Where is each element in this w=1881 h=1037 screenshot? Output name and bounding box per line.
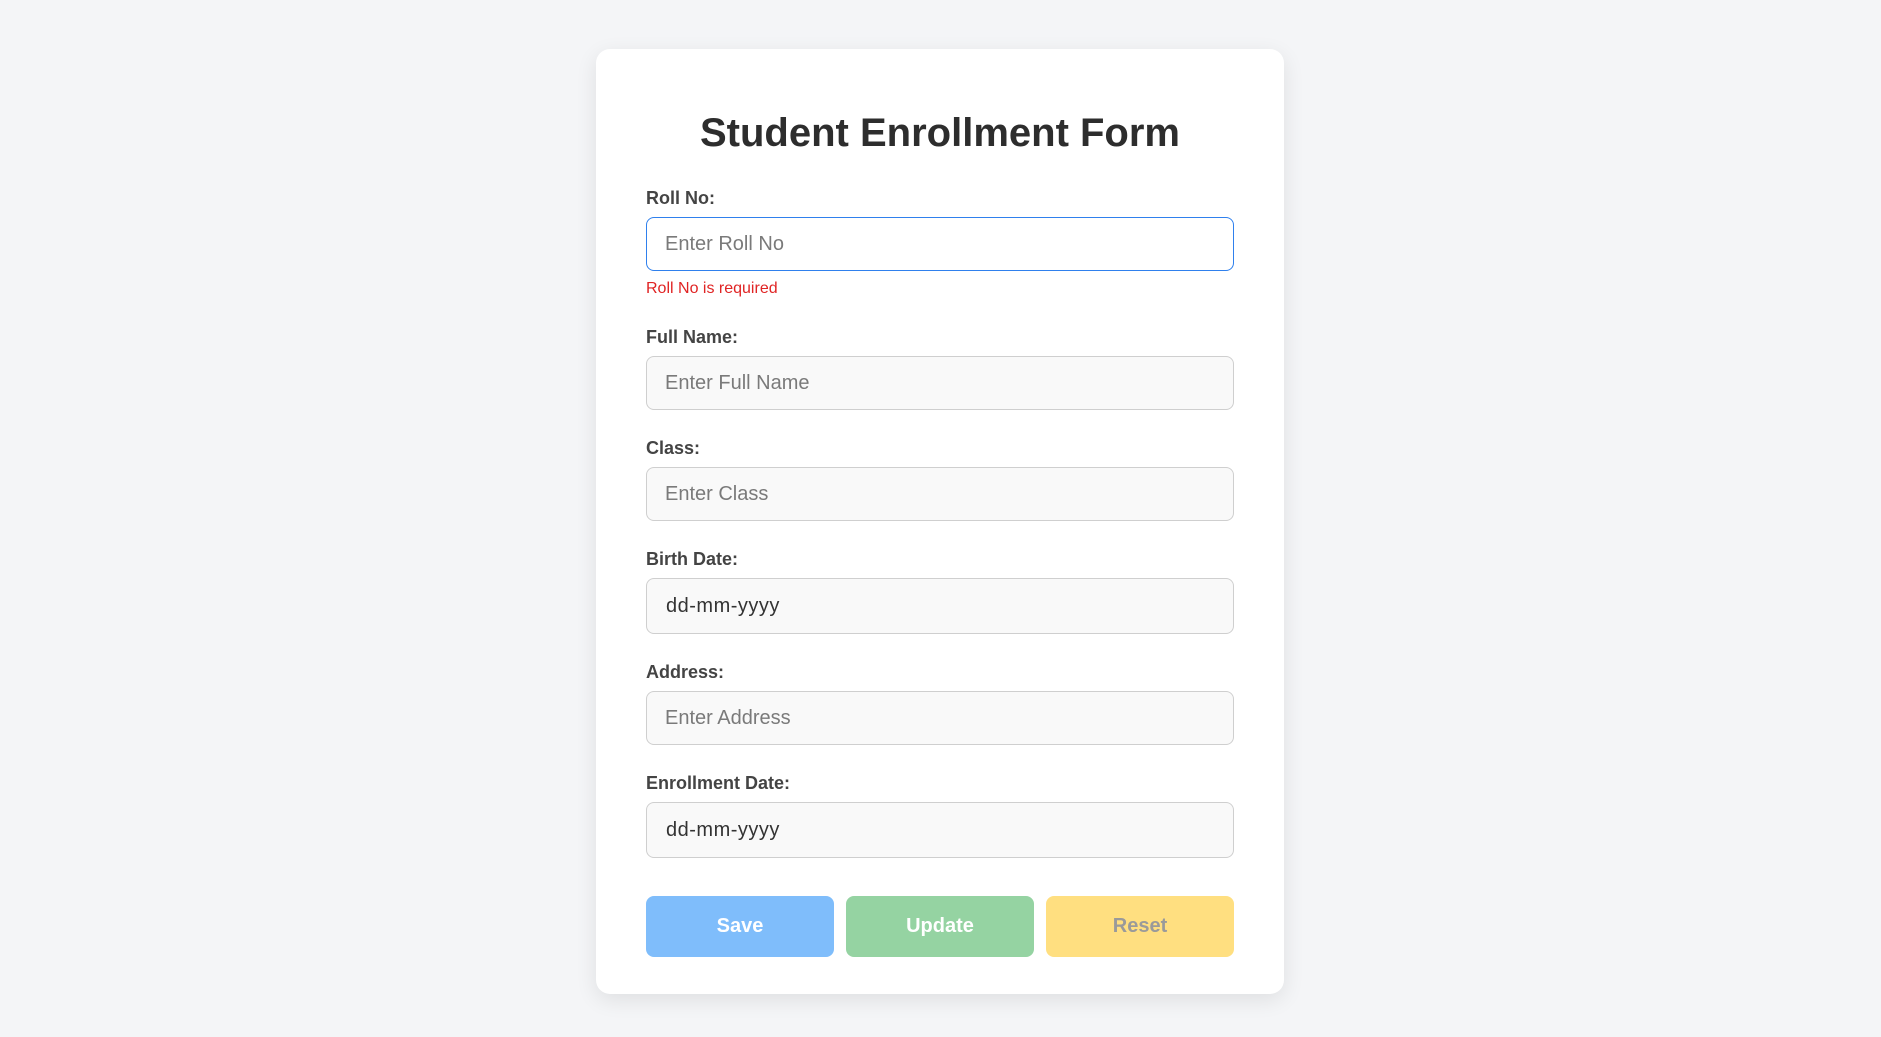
full-name-label: Full Name: [646, 327, 739, 347]
form-title: Student Enrollment Form [700, 111, 1180, 155]
form-actions: Save Update Reset [646, 896, 1234, 957]
roll-no-field: Roll No: Roll No is required [646, 187, 1234, 298]
save-button[interactable]: Save [646, 896, 834, 957]
reset-button[interactable]: Reset [1046, 896, 1234, 957]
roll-no-error-message: Roll No is required [646, 280, 778, 297]
enrollment-date-format: dd-mm-yyyy [666, 818, 780, 841]
full-name-input[interactable] [646, 356, 1234, 410]
enrollment-date-label: Enrollment Date: [646, 773, 791, 793]
roll-no-input[interactable] [646, 217, 1234, 271]
update-button[interactable]: Update [846, 896, 1034, 957]
class-label: Class: [646, 438, 701, 458]
birth-date-label: Birth Date: [646, 549, 739, 569]
address-label: Address: [646, 662, 725, 682]
class-input[interactable] [646, 467, 1234, 521]
birth-date-input[interactable]: dd-mm-yyyy [646, 578, 1234, 634]
enrollment-date-input[interactable]: dd-mm-yyyy [646, 802, 1234, 858]
address-input[interactable] [646, 691, 1234, 745]
enrollment-form-card: Student Enrollment Form Roll No: Roll No… [596, 49, 1284, 994]
full-name-field: Full Name: [646, 326, 1234, 410]
birth-date-format: dd-mm-yyyy [666, 594, 780, 617]
enrollment-date-field: Enrollment Date: dd-mm-yyyy [646, 772, 1234, 858]
class-field: Class: [646, 437, 1234, 521]
roll-no-label: Roll No: [646, 188, 715, 208]
address-field: Address: [646, 661, 1234, 745]
birth-date-field: Birth Date: dd-mm-yyyy [646, 548, 1234, 634]
